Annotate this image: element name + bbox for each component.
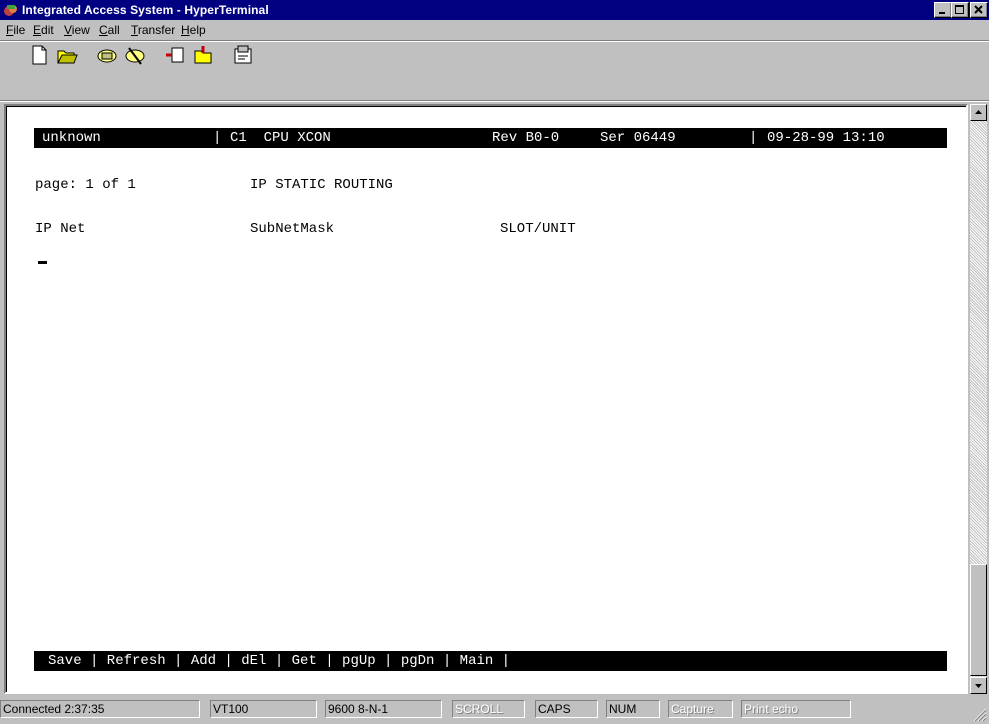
num-status: NUM (606, 700, 660, 718)
close-icon (974, 5, 983, 14)
arrow-up-icon (975, 110, 982, 114)
connect-icon[interactable] (96, 44, 118, 66)
command-options: Save | Refresh | Add | dEl | Get | pgUp … (48, 653, 511, 669)
resize-grip-icon[interactable] (973, 708, 987, 722)
toolbar-top-divider (0, 40, 989, 42)
menu-help[interactable]: Help (181, 23, 206, 37)
new-icon[interactable] (28, 44, 50, 66)
vertical-scrollbar[interactable] (970, 104, 987, 694)
terminal-command-bar: Save | Refresh | Add | dEl | Get | pgUp … (34, 651, 947, 671)
maximize-button[interactable] (951, 2, 969, 18)
screen-title: IP STATIC ROUTING (250, 177, 393, 193)
toolbar-bottom-divider (0, 100, 989, 102)
menu-call-key: C (99, 23, 108, 37)
menu-edit[interactable]: Edit (33, 23, 54, 37)
terminal-header-bar: unknown | C1 CPU XCON Rev B0-0 Ser 06449… (34, 128, 947, 148)
menu-view-key: V (64, 23, 72, 37)
status-bar: Connected 2:37:35 VT100 9600 8-N-1 SCROL… (0, 697, 989, 724)
menu-transfer-key: T (131, 23, 138, 37)
module-name: C1 CPU XCON (230, 130, 331, 146)
minimize-icon (939, 12, 945, 14)
connection-status: Connected 2:37:35 (0, 700, 200, 718)
minimize-button[interactable] (934, 2, 952, 18)
port-settings-status: 9600 8-N-1 (325, 700, 442, 718)
print-echo-status: Print echo (741, 700, 851, 718)
header-separator: | (213, 130, 222, 146)
menu-view-label: iew (71, 23, 90, 37)
menu-file-label: ile (13, 23, 26, 37)
column-header-slot-unit: SLOT/UNIT (500, 221, 576, 237)
scroll-up-button[interactable] (970, 104, 987, 121)
caps-status: CAPS (535, 700, 598, 718)
emulation-status: VT100 (210, 700, 317, 718)
toolbar (0, 40, 989, 102)
window-title: Integrated Access System - HyperTerminal (22, 3, 269, 17)
disconnect-icon[interactable] (124, 44, 146, 66)
menu-file[interactable]: File (6, 23, 25, 37)
page-indicator: page: 1 of 1 (35, 177, 136, 193)
arrow-down-icon (975, 684, 982, 688)
menu-call[interactable]: Call (99, 23, 120, 37)
column-header-ip-net: IP Net (35, 221, 86, 237)
column-header-subnet-mask: SubNetMask (250, 221, 335, 237)
menu-transfer-label: ransfer (137, 23, 176, 37)
menu-transfer[interactable]: Transfer (131, 23, 175, 37)
menu-edit-key: E (33, 23, 42, 37)
node-name: unknown (42, 130, 101, 146)
menu-view[interactable]: View (64, 23, 90, 37)
menu-bar: File Edit View Call Transfer Help (0, 20, 989, 40)
capture-status: Capture (668, 700, 733, 718)
receive-icon[interactable] (192, 44, 214, 66)
serial-number: Ser 06449 (600, 130, 676, 146)
close-button[interactable] (970, 2, 988, 18)
terminal-cursor (38, 261, 47, 264)
hyperterminal-app-icon[interactable] (3, 2, 19, 18)
title-bar[interactable]: Integrated Access System - HyperTerminal (0, 0, 989, 20)
menu-call-label: all (107, 23, 120, 37)
open-icon[interactable] (56, 44, 78, 66)
maximize-icon (955, 5, 964, 14)
scroll-down-button[interactable] (970, 677, 987, 694)
menu-help-label: elp (189, 23, 206, 37)
scroll-status: SCROLL (452, 700, 525, 718)
date-time: 09-28-99 13:10 (767, 130, 885, 146)
menu-edit-label: dit (41, 23, 54, 37)
send-icon[interactable] (164, 44, 186, 66)
terminal-screen[interactable] (6, 106, 966, 692)
menu-help-key: H (181, 23, 190, 37)
properties-icon[interactable] (232, 44, 254, 66)
scrollbar-thumb[interactable] (970, 564, 987, 676)
revision: Rev B0-0 (492, 130, 560, 146)
header-separator: | (749, 130, 758, 146)
